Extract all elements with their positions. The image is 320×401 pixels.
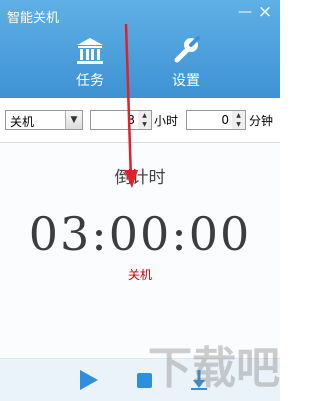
minimize-button[interactable]: —: [236, 3, 254, 21]
nav-task[interactable]: 任务: [62, 36, 118, 92]
nav-settings[interactable]: 设置: [158, 36, 214, 92]
minutes-spin-buttons: ▲ ▼: [232, 111, 245, 129]
countdown-timer: 03:00:00: [28, 207, 252, 261]
hours-down-icon[interactable]: ▼: [138, 120, 151, 129]
watermark-logo: 下载吧: [148, 343, 280, 394]
hours-spin-buttons: ▲ ▼: [138, 111, 151, 129]
close-button[interactable]: ×: [256, 3, 274, 21]
window-title: 智能关机: [7, 11, 60, 26]
hours-unit-label: 小时: [154, 114, 179, 128]
wrench-icon: [174, 36, 200, 63]
minutes-up-icon[interactable]: ▲: [232, 111, 245, 120]
hours-up-icon[interactable]: ▲: [138, 111, 151, 120]
minutes-value: 0: [221, 113, 229, 127]
play-icon[interactable]: [75, 367, 101, 393]
action-select[interactable]: 关机 ▼: [5, 110, 83, 130]
nav-task-label: 任务: [76, 73, 104, 89]
minutes-unit-label: 分钟: [249, 114, 274, 128]
nav-settings-label: 设置: [172, 73, 200, 89]
countdown-panel: 倒计时 03:00:00 关机: [0, 143, 280, 358]
countdown-action-label: 关机: [127, 268, 152, 282]
hours-spinbox[interactable]: 3 ▲ ▼: [90, 110, 152, 130]
countdown-label: 倒计时: [114, 168, 166, 188]
chevron-down-icon[interactable]: ▼: [65, 111, 82, 129]
header-bar: 智能关机 — × 任务 设置: [0, 0, 280, 98]
task-toolbar: 关机 ▼ 3 ▲ ▼ 小时 0 ▲ ▼ 分钟: [0, 98, 280, 143]
hours-value: 3: [127, 113, 135, 127]
minutes-spinbox[interactable]: 0 ▲ ▼: [186, 110, 246, 130]
minutes-down-icon[interactable]: ▼: [232, 120, 245, 129]
action-select-value: 关机: [10, 115, 35, 129]
smart-shutdown-window: 智能关机 — × 任务 设置 关机 ▼ 3 ▲ ▼ 小时 0 ▲ ▼ 分钟 倒计…: [0, 0, 280, 401]
bank-icon: [77, 38, 103, 64]
